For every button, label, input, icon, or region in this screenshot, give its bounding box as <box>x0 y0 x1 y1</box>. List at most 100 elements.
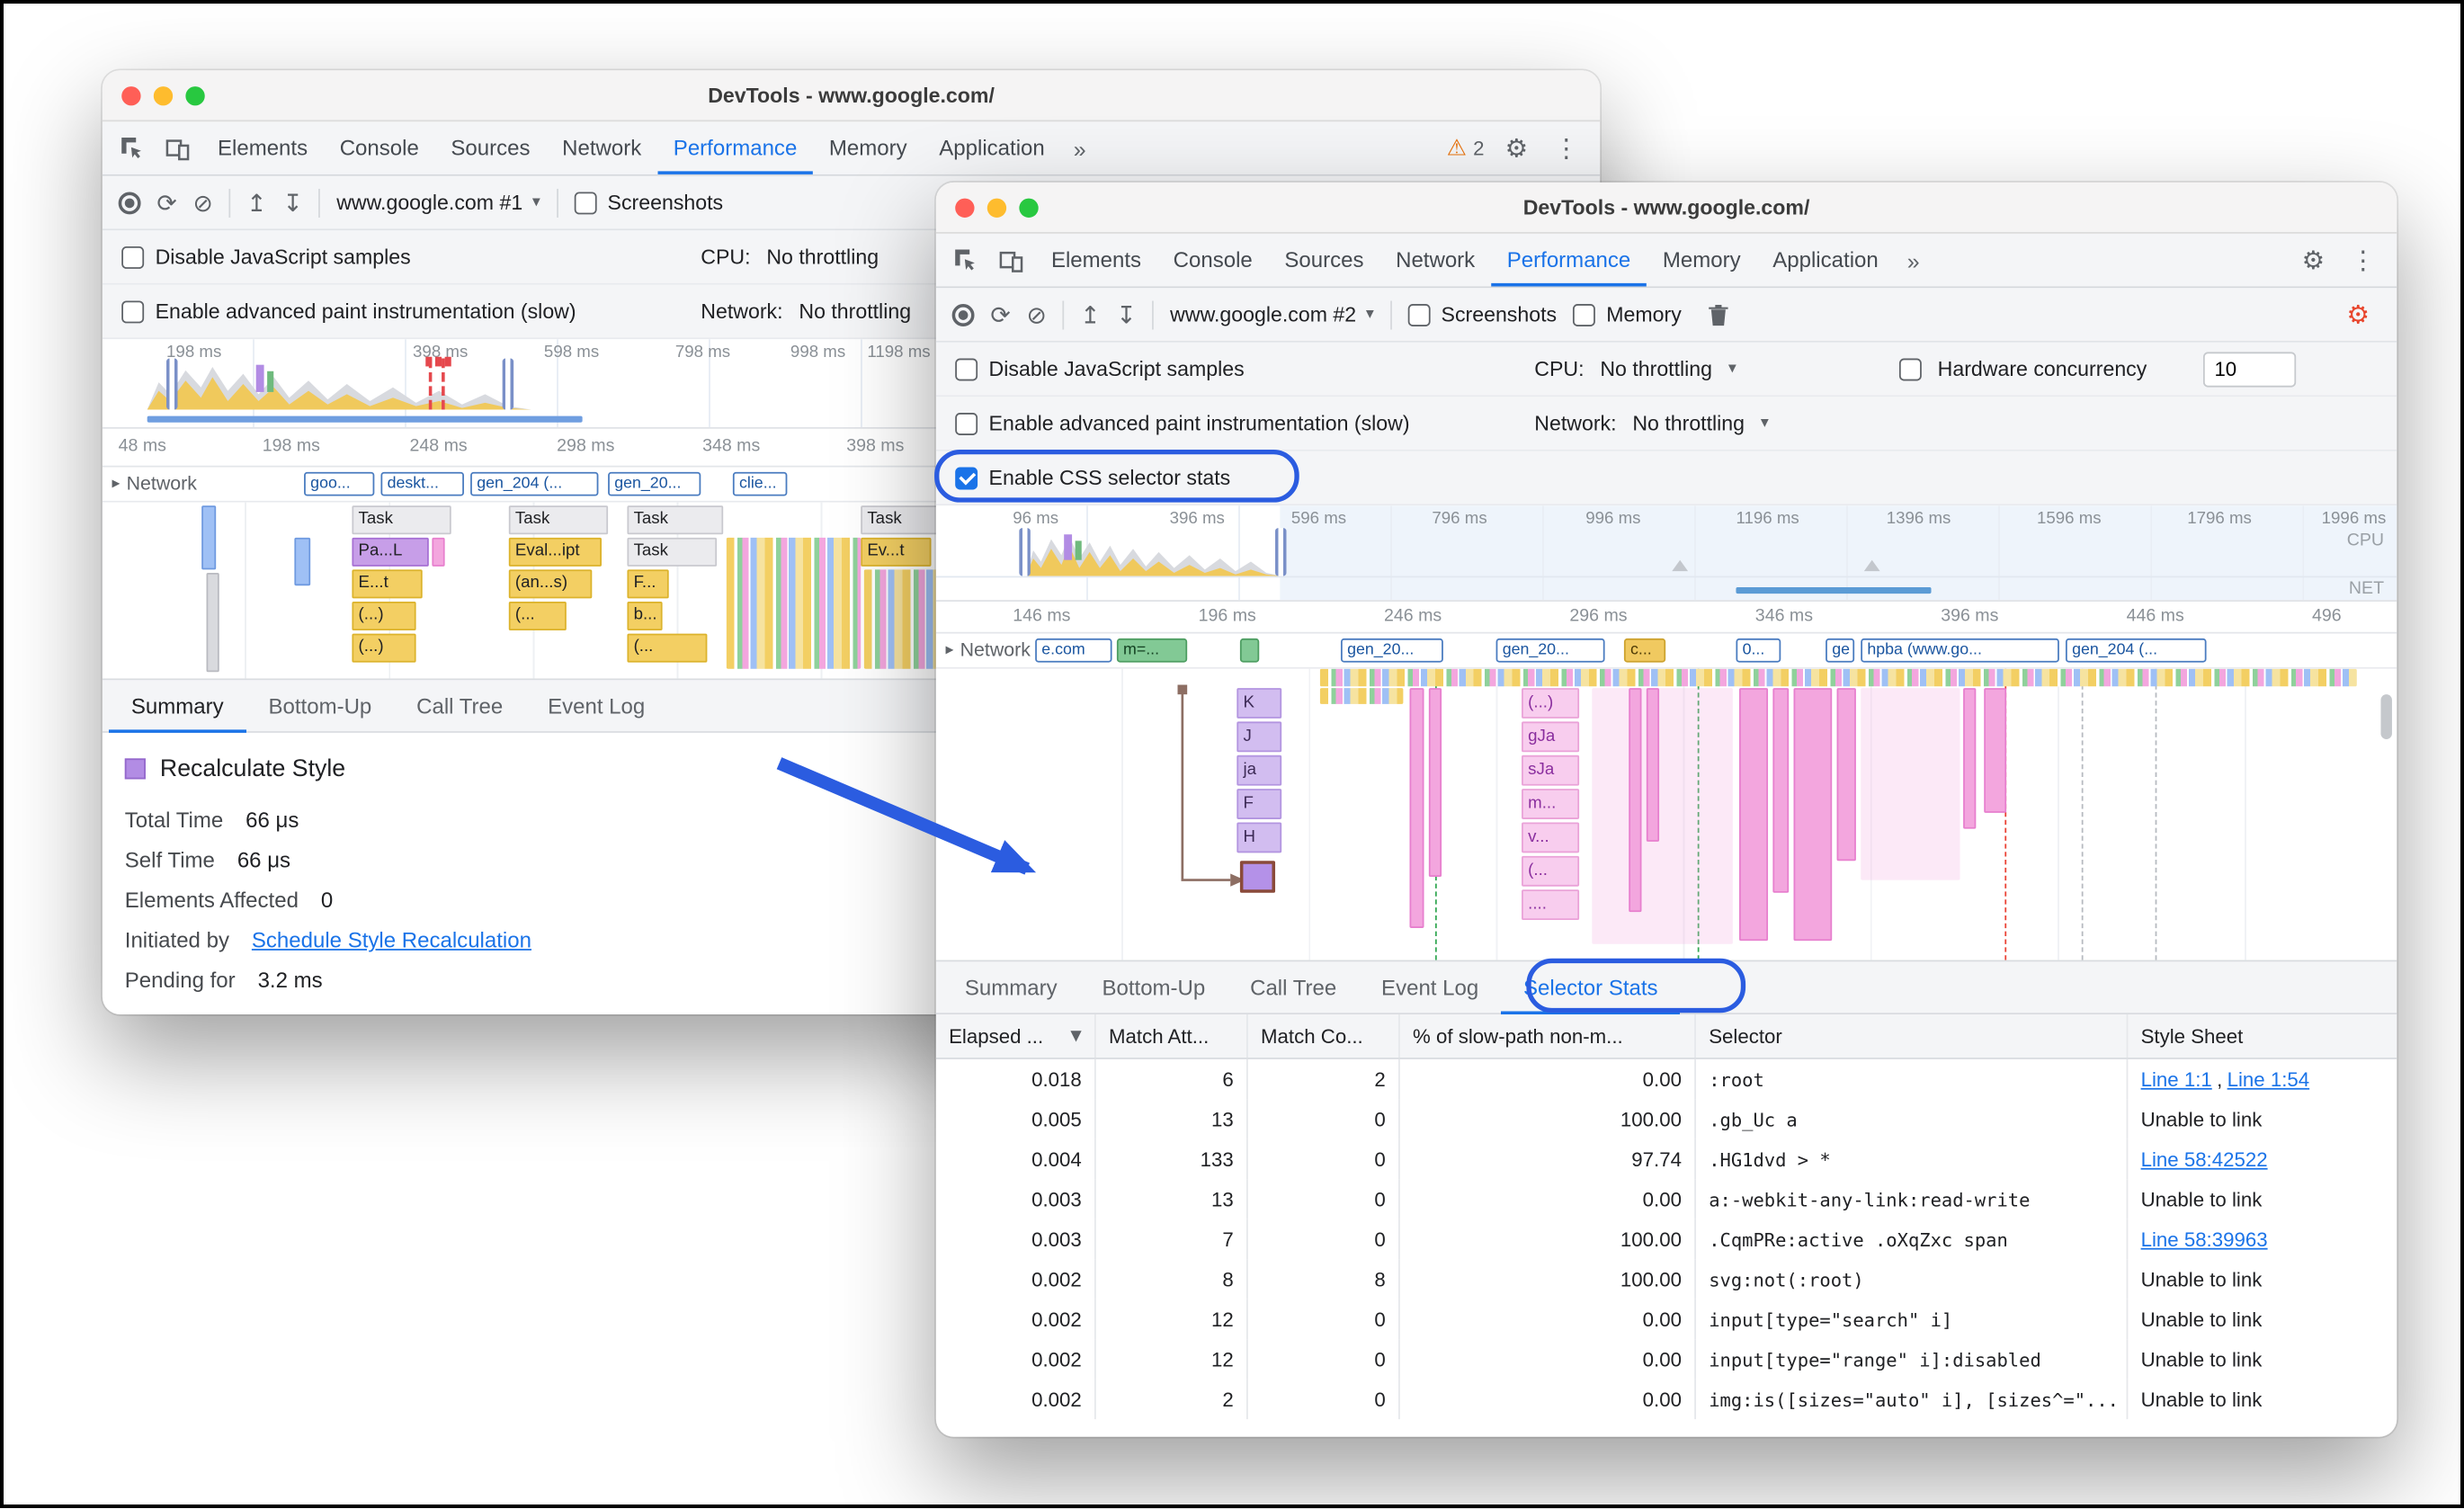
flame-event[interactable]: H <box>1236 823 1281 853</box>
scrollbar-thumb[interactable] <box>2380 694 2391 739</box>
screenshots-checkbox[interactable]: Screenshots <box>1407 302 1557 326</box>
network-request-chip[interactable]: 0... <box>1736 638 1781 663</box>
checkbox-box[interactable] <box>955 412 978 434</box>
checkbox-box[interactable] <box>1573 303 1595 326</box>
titlebar-front[interactable]: DevTools - www.google.com/ <box>936 183 2397 234</box>
flame-event[interactable] <box>1794 688 1833 941</box>
flame-event[interactable] <box>432 538 444 567</box>
column-header-match-att-[interactable]: Match Att... <box>1096 1014 1248 1058</box>
flame-event[interactable] <box>294 538 310 585</box>
close-button[interactable] <box>955 198 974 217</box>
tab-application[interactable]: Application <box>1756 234 1894 287</box>
disclosure-triangle-icon[interactable]: ▸ <box>112 475 121 493</box>
flame-event[interactable] <box>864 569 938 668</box>
network-throttling-select[interactable]: Network: No throttling ▾ <box>1534 411 1769 435</box>
disclosure-triangle-icon[interactable]: ▸ <box>946 641 954 659</box>
flame-event[interactable]: (... <box>627 634 707 663</box>
flame-event[interactable] <box>1592 688 1733 944</box>
network-request-chip[interactable]: c... <box>1624 638 1665 663</box>
table-row[interactable]: 0.00288100.00svg:not(:root)Unable to lin… <box>936 1259 2397 1299</box>
settings-gear-icon[interactable]: ⚙ <box>2290 245 2335 275</box>
selection-handle-right[interactable] <box>1275 528 1286 576</box>
stylesheet-link[interactable]: Line 58:42522 <box>2141 1148 2268 1171</box>
checkbox-box[interactable] <box>121 246 144 268</box>
tab-call-tree[interactable]: Call Tree <box>1228 960 1359 1013</box>
tab-performance[interactable]: Performance <box>1491 234 1647 287</box>
network-request-chip[interactable]: gen_20... <box>1496 638 1605 663</box>
clear-button[interactable]: ⊘ <box>193 188 213 217</box>
flame-event[interactable] <box>201 505 216 569</box>
flame-event[interactable] <box>1861 688 1960 880</box>
disable-js-samples-checkbox[interactable]: Disable JavaScript samples <box>121 245 410 269</box>
reload-and-record-button[interactable]: ⟳ <box>156 188 176 217</box>
minimize-button[interactable] <box>154 85 173 104</box>
network-request-chip[interactable]: m=... <box>1117 638 1187 663</box>
tab-sources[interactable]: Sources <box>1269 234 1380 287</box>
checkbox-box[interactable] <box>121 300 144 323</box>
disable-js-samples-checkbox[interactable]: Disable JavaScript samples <box>955 357 1244 381</box>
flame-event[interactable]: Ev...t <box>861 538 931 567</box>
inspect-icon[interactable] <box>112 127 154 168</box>
hardware-concurrency-setting[interactable]: Hardware concurrency <box>1899 357 2147 381</box>
kebab-menu-icon[interactable]: ⋮ <box>1542 133 1590 164</box>
network-request-chip[interactable]: ge <box>1826 638 1854 663</box>
table-row[interactable]: 0.018620.00:rootLine 1:1 , Line 1:54 <box>936 1059 2397 1099</box>
column-header-elapsed-[interactable]: Elapsed ...▼ <box>936 1014 1096 1058</box>
settings-gear-icon[interactable]: ⚙ <box>1494 133 1539 164</box>
table-row[interactable]: 0.0021200.00input[type="search" i]Unable… <box>936 1299 2397 1339</box>
column-header-match-co-[interactable]: Match Co... <box>1248 1014 1400 1058</box>
cpu-throttling-select[interactable]: CPU: No throttling <box>701 245 879 269</box>
network-track-front[interactable]: ▸ Network e.comm=...gen_20...gen_20...c.… <box>936 634 2397 669</box>
tab-event-log[interactable]: Event Log <box>525 679 667 732</box>
network-request-chip[interactable]: goo... <box>304 472 374 496</box>
flame-event[interactable]: Eval...ipt <box>509 538 602 567</box>
selection-handle-left[interactable] <box>166 359 177 410</box>
network-request-chip[interactable]: clie... <box>733 472 787 496</box>
stylesheet-link[interactable]: Line 1:1 <box>2141 1068 2212 1091</box>
load-profile-button[interactable]: ↥ <box>246 188 266 217</box>
timeline-overview-front[interactable]: 96 ms396 ms596 ms796 ms996 ms1196 ms1396… <box>936 505 2397 602</box>
reload-and-record-button[interactable]: ⟳ <box>990 300 1010 329</box>
flame-event[interactable]: F <box>1236 789 1281 819</box>
flame-event[interactable] <box>1320 688 1404 704</box>
zoom-button[interactable] <box>185 85 204 104</box>
paint-instrumentation-checkbox[interactable]: Enable advanced paint instrumentation (s… <box>955 411 1409 435</box>
flame-event[interactable]: (... <box>509 602 567 630</box>
kebab-menu-icon[interactable]: ⋮ <box>2339 245 2387 275</box>
flame-event[interactable] <box>1772 688 1789 893</box>
network-request-chip[interactable]: gen_20... <box>1341 638 1443 663</box>
tab-performance[interactable]: Performance <box>657 121 813 174</box>
flame-event[interactable]: J <box>1236 721 1281 752</box>
paint-instrumentation-checkbox[interactable]: Enable advanced paint instrumentation (s… <box>121 299 576 324</box>
issues-badge[interactable]: ⚠ 2 <box>1447 135 1485 160</box>
flame-event[interactable] <box>1647 688 1659 842</box>
flame-event[interactable]: (...) <box>1522 688 1579 719</box>
flame-event[interactable]: b... <box>627 602 662 630</box>
tab-sources[interactable]: Sources <box>435 121 547 174</box>
flame-event[interactable] <box>1837 688 1856 861</box>
save-profile-button[interactable]: ↧ <box>1116 300 1136 329</box>
flame-event[interactable]: Task <box>861 505 941 534</box>
flame-event[interactable]: Pa...L <box>352 538 428 567</box>
stylesheet-link[interactable]: Line 1:54 <box>2227 1068 2310 1091</box>
flame-event[interactable]: K <box>1236 688 1281 719</box>
flame-event[interactable] <box>1984 688 2006 813</box>
flame-event[interactable]: E...t <box>352 569 422 598</box>
network-request-chip[interactable]: deskt... <box>380 472 464 496</box>
history-select[interactable]: www.google.com #2 ▾ <box>1170 302 1374 326</box>
flame-event[interactable]: m... <box>1522 789 1579 819</box>
flame-event[interactable]: Task <box>627 505 723 534</box>
record-button[interactable] <box>952 303 975 326</box>
column-header--of-slow-path-non-m-[interactable]: % of slow-path non-m... <box>1400 1014 1696 1058</box>
flame-event[interactable] <box>1429 688 1442 877</box>
more-tabs-icon[interactable]: » <box>1064 135 1095 160</box>
network-request-chip[interactable]: gen_204 (... <box>2066 638 2207 663</box>
flame-event[interactable]: (... <box>1522 856 1579 887</box>
flame-event[interactable]: sJa <box>1522 755 1579 786</box>
tab-console[interactable]: Console <box>1157 234 1269 287</box>
flame-event[interactable]: (an...s) <box>509 569 593 598</box>
tab-bottom-up[interactable]: Bottom-Up <box>246 679 395 732</box>
flame-event[interactable] <box>1963 688 1976 829</box>
flame-event[interactable]: (...) <box>352 634 415 663</box>
tab-elements[interactable]: Elements <box>1035 234 1157 287</box>
